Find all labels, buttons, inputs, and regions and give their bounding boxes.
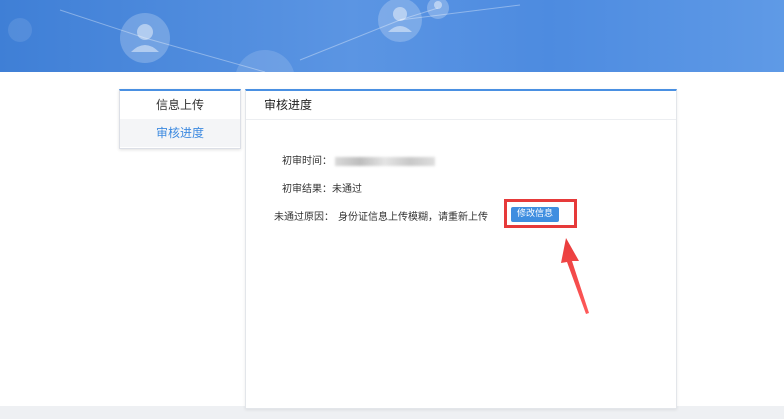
first-review-time-label: 初审时间：	[282, 156, 332, 167]
review-progress-panel: 审核进度 初审时间： 初审结果：未通过 未通过原因： 身份证信息上传模糊，请重新…	[245, 89, 677, 409]
sidebar-item-review-progress[interactable]: 审核进度	[120, 119, 240, 147]
header-banner	[0, 0, 784, 72]
sidebar-nav: 信息上传 审核进度	[119, 89, 241, 149]
reject-reason-label: 未通过原因：	[274, 212, 334, 223]
edit-info-button[interactable]: 修改信息	[511, 207, 559, 222]
first-review-result-row: 初审结果：未通过	[282, 180, 362, 195]
panel-title: 审核进度	[246, 91, 676, 120]
user-avatar-icon	[120, 13, 170, 63]
reject-reason-value: 身份证信息上传模糊，请重新上传	[338, 212, 488, 223]
bubble-decoration	[8, 18, 32, 42]
first-review-result-label: 初审结果：	[282, 184, 332, 195]
first-review-time-row: 初审时间：	[282, 152, 435, 167]
reject-reason-row: 未通过原因：	[274, 208, 334, 223]
banner-decoration	[8, 0, 521, 72]
first-review-result-value: 未通过	[332, 184, 362, 195]
user-avatar-icon	[378, 0, 422, 42]
redacted-time-value	[335, 156, 435, 166]
sidebar-item-info-upload[interactable]: 信息上传	[120, 91, 240, 119]
bubble-decoration	[236, 50, 294, 72]
